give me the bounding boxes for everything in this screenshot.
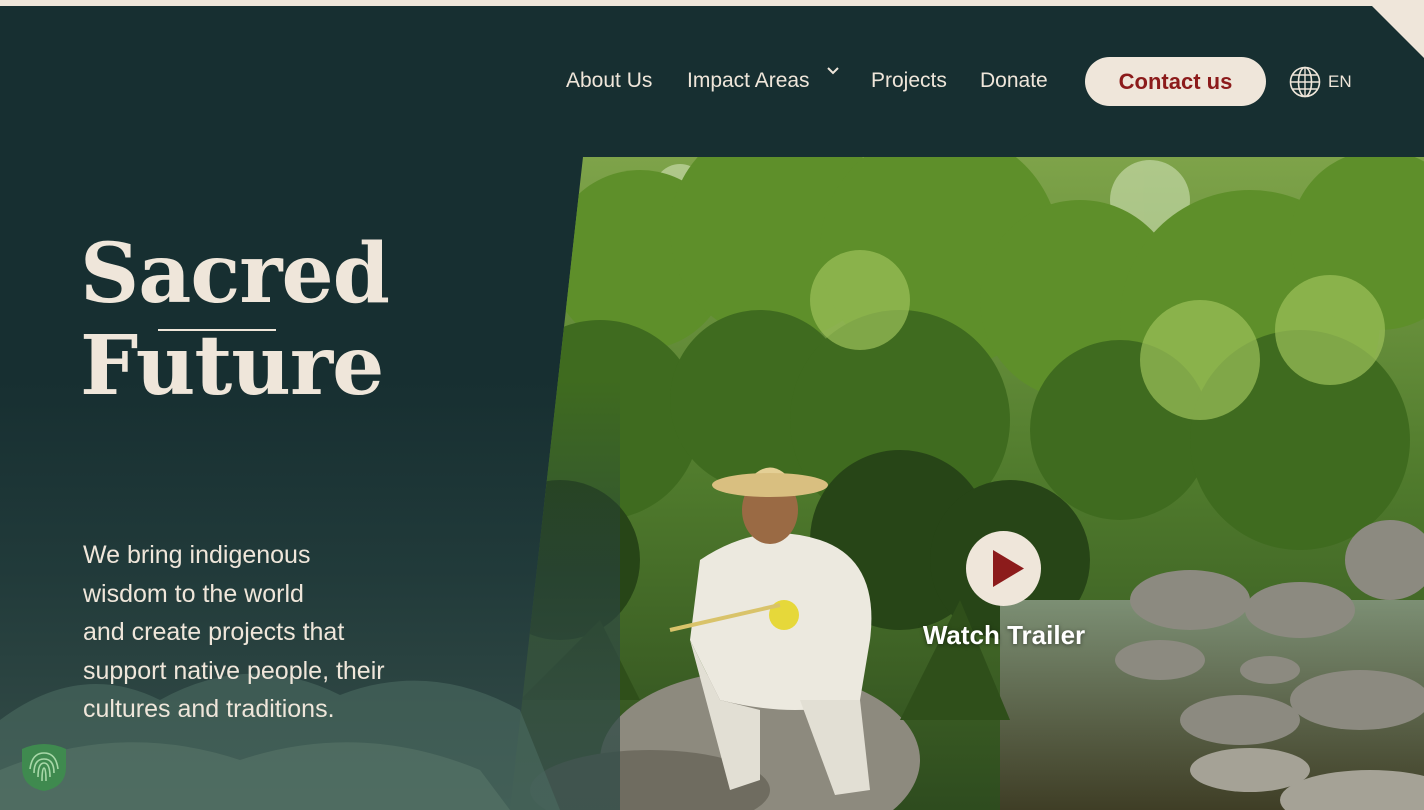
language-label: EN — [1328, 72, 1352, 91]
nav-projects[interactable]: Projects — [871, 67, 947, 95]
hero-tagline: We bring indigenous wisdom to the world … — [83, 541, 385, 723]
watch-trailer-label[interactable]: Watch Trailer — [904, 618, 1104, 652]
hero-title: Sacred Future — [80, 226, 390, 414]
nav-donate[interactable]: Donate — [980, 67, 1048, 95]
language-selector[interactable]: EN — [1289, 66, 1369, 98]
nav-about-us[interactable]: About Us — [566, 67, 652, 95]
title-divider — [158, 329, 276, 331]
chevron-down-icon[interactable] — [826, 65, 840, 75]
play-icon — [993, 550, 1024, 587]
nav-impact-areas[interactable]: Impact Areas — [687, 67, 810, 95]
contact-us-button[interactable]: Contact us — [1085, 57, 1266, 106]
globe-icon — [1289, 66, 1321, 98]
hero-title-line2: Future — [80, 318, 384, 414]
shield-fingerprint-icon[interactable] — [20, 743, 68, 793]
main-nav: About Us Impact Areas Projects Donate Co… — [0, 57, 1424, 107]
hero-title-line1: Sacred — [80, 226, 390, 322]
play-trailer-button[interactable] — [966, 531, 1041, 606]
